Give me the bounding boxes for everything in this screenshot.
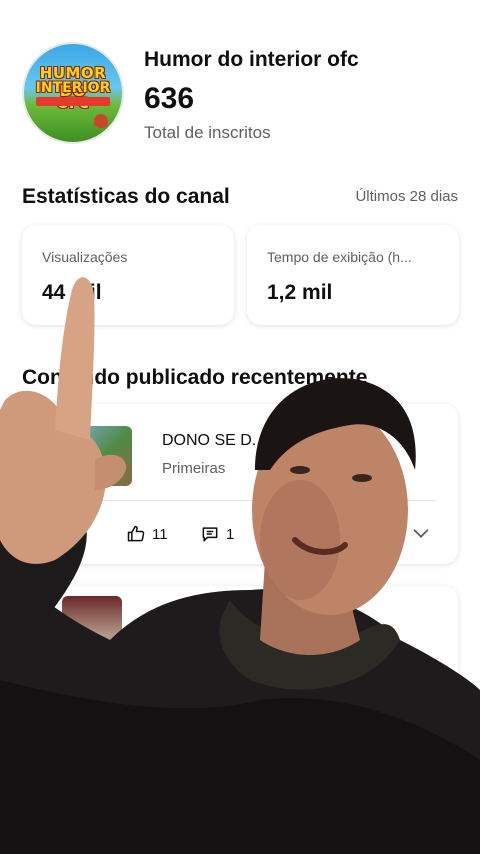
- stat-value: 1,2 mil: [267, 281, 333, 304]
- video-thumbnail[interactable]: [66, 426, 132, 486]
- card-divider: [66, 500, 436, 501]
- comments-count: 1: [226, 525, 235, 543]
- recent-video-card[interactable]: DONO SE D... Primeiras 27 11 1: [22, 404, 458, 564]
- stat-value: 44 mil: [42, 281, 102, 304]
- recent-video-card[interactable]: chig... #vir...: [22, 586, 458, 696]
- watch-time-stat-card[interactable]: Tempo de exibição (h... 1,2 mil: [247, 225, 459, 325]
- stats-period[interactable]: Últimos 28 dias: [355, 188, 458, 205]
- channel-avatar[interactable]: HUMOR DO INTERIOR OFC: [22, 42, 124, 144]
- video-title: chig... #vir...: [162, 616, 248, 633]
- subscriber-label: Total de inscritos: [144, 123, 271, 142]
- person-jacket-shadow: [0, 680, 480, 854]
- video-title: DONO SE D...: [162, 432, 266, 449]
- channel-header: HUMOR DO INTERIOR OFC Humor do interior …: [22, 42, 462, 146]
- likes-count: 11: [152, 525, 168, 543]
- rooster-icon: [94, 114, 108, 128]
- likes-metric: 11: [126, 524, 168, 544]
- views-count: 27: [68, 524, 85, 541]
- video-thumbnail[interactable]: [62, 596, 122, 676]
- stat-label: Tempo de exibição (h...: [267, 249, 412, 265]
- stat-label: Visualizações: [42, 249, 128, 265]
- comment-icon: [202, 527, 218, 542]
- thumbs-up-icon: [127, 525, 145, 542]
- views-metric: 27: [68, 524, 85, 541]
- recent-content-title: Conteúdo publicado recentemente: [22, 366, 368, 389]
- subscriber-count: 636: [144, 82, 195, 115]
- stats-section-title: Estatísticas do canal: [22, 185, 230, 208]
- channel-name: Humor do interior ofc: [144, 48, 359, 71]
- comments-metric: 1: [200, 524, 234, 544]
- avatar-ribbon: [36, 97, 110, 106]
- views-stat-card[interactable]: Visualizações 44 mil: [22, 225, 234, 325]
- chevron-down-icon[interactable]: [410, 522, 432, 544]
- avatar-logo-line2: INTERIOR OFC: [35, 80, 111, 112]
- video-subtitle: Primeiras: [162, 460, 226, 477]
